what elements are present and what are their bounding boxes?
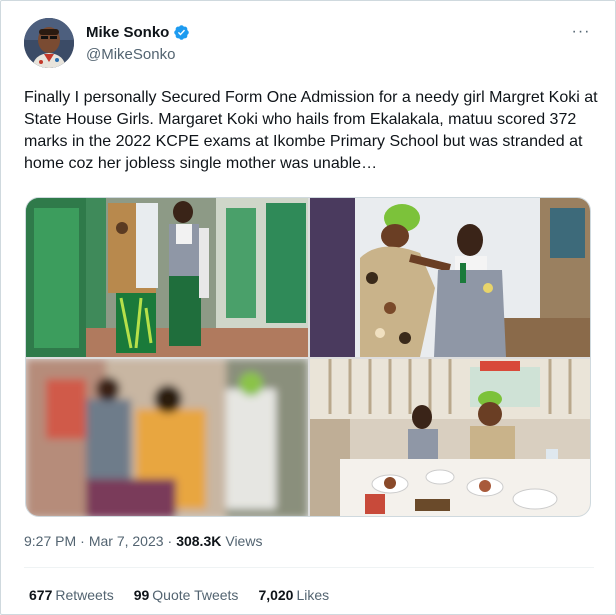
retweets-count: 677: [29, 587, 53, 603]
photo-1-image: [26, 198, 308, 357]
quote-tweets-count: 99: [133, 587, 150, 603]
engagement-stats: 677 Retweets 99 Quote Tweets 7,020 Likes: [29, 587, 329, 603]
retweets-label: Retweets: [55, 587, 114, 603]
photo-4-image: [310, 359, 590, 516]
quote-tweets-stat[interactable]: 99 Quote Tweets: [134, 587, 239, 603]
verified-badge-icon: [174, 25, 190, 40]
photo-3-image: [26, 359, 308, 516]
views-label: Views: [225, 533, 263, 549]
author-name[interactable]: Mike Sonko: [86, 24, 169, 41]
photo-2-image: [310, 198, 590, 357]
tweet-text: Finally I personally Secured Form One Ad…: [24, 89, 598, 172]
tweet-card: Mike Sonko @MikeSonko ··· Finally I pers…: [0, 0, 616, 615]
photo-2[interactable]: [310, 198, 590, 357]
quote-tweets-label: Quote Tweets: [152, 587, 239, 603]
meta-separator: ·: [80, 533, 85, 549]
likes-stat[interactable]: 7,020 Likes: [258, 587, 329, 603]
meta-separator: ·: [167, 533, 173, 549]
photo-3[interactable]: [26, 359, 308, 516]
photo-1[interactable]: [26, 198, 308, 357]
retweets-stat[interactable]: 677 Retweets: [29, 587, 114, 603]
tweet-time[interactable]: 9:27 PM: [24, 533, 76, 549]
avatar-image: [24, 18, 74, 68]
author-handle[interactable]: @MikeSonko: [86, 46, 175, 63]
more-options-icon[interactable]: ···: [570, 21, 592, 43]
views-count: 308.3K: [176, 533, 222, 549]
divider: [24, 567, 594, 568]
tweet-date[interactable]: Mar 7, 2023: [89, 533, 164, 549]
photo-4[interactable]: [310, 359, 590, 516]
avatar[interactable]: [24, 18, 74, 68]
likes-count: 7,020: [258, 587, 294, 603]
author-name-row[interactable]: Mike Sonko: [86, 24, 190, 41]
media-grid: [25, 197, 591, 517]
tweet-meta: 9:27 PM · Mar 7, 2023 · 308.3K Views: [24, 533, 262, 549]
likes-label: Likes: [296, 587, 330, 603]
